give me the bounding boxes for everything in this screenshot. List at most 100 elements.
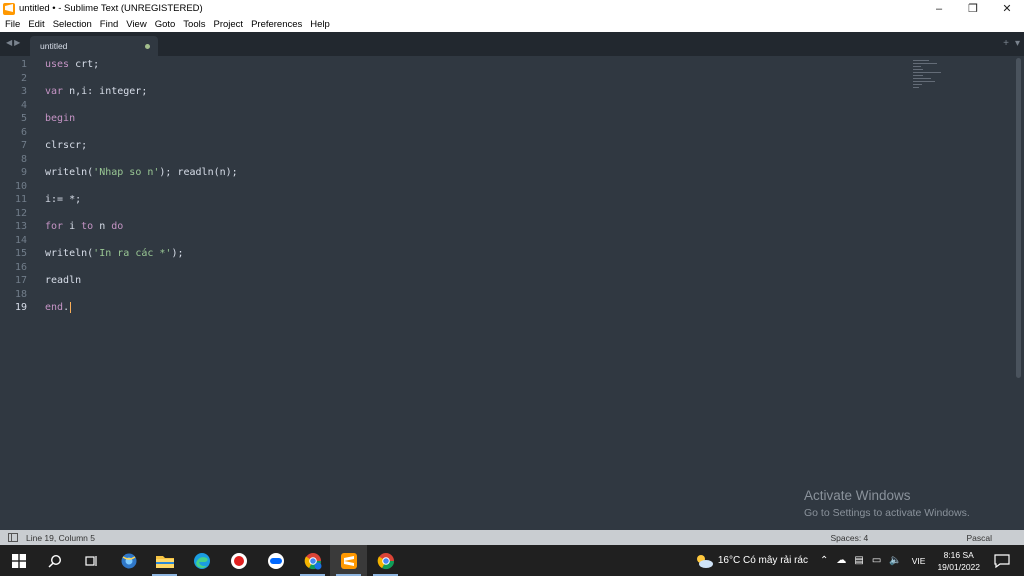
code-line[interactable] xyxy=(45,72,905,86)
code-view[interactable]: uses crt; var n,i: integer; begin clrscr; wr… xyxy=(45,58,905,315)
watermark-subtitle: Go to Settings to activate Windows. xyxy=(804,507,970,519)
panel-toggle-icon[interactable] xyxy=(8,533,18,542)
line-number: 16 xyxy=(14,261,27,273)
line-number: 9 xyxy=(20,167,27,178)
line-number: 19 xyxy=(14,302,27,313)
system-tray: 16°C Có mây rải rác ⌃ ☁ ▤ ▭ 🔈 VIE 8:16 S… xyxy=(694,545,1024,576)
code-line[interactable] xyxy=(45,261,905,275)
weather-cloud-sun-icon[interactable] xyxy=(694,553,714,569)
indentation-setting[interactable]: Spaces: 4 xyxy=(830,533,890,543)
line-number: 15 xyxy=(14,248,27,259)
menu-goto[interactable]: Goto xyxy=(155,19,176,30)
line-number: 8 xyxy=(20,153,27,165)
code-line[interactable]: end. xyxy=(45,301,905,315)
notes-icon[interactable]: ▤ xyxy=(854,555,863,566)
windows-taskbar: 16°C Có mây rải rác ⌃ ☁ ▤ ▭ 🔈 VIE 8:16 S… xyxy=(0,545,1024,576)
line-number: 1 xyxy=(20,59,27,70)
menu-help[interactable]: Help xyxy=(310,19,330,30)
task-view-icon xyxy=(84,555,97,566)
code-line[interactable]: for i to n do xyxy=(45,220,905,234)
title-bar: untitled • - Sublime Text (UNREGISTERED)… xyxy=(0,0,1024,17)
menu-bar: File Edit Selection Find View Goto Tools… xyxy=(0,17,1024,32)
start-button[interactable] xyxy=(0,545,37,576)
network-icon[interactable]: ▭ xyxy=(872,555,881,566)
syntax-selector[interactable]: Pascal xyxy=(966,533,992,543)
line-number: 11 xyxy=(14,194,27,205)
clock[interactable]: 8:16 SA 19/01/2022 xyxy=(937,549,980,573)
weather-text[interactable]: 16°C Có mây rải rác xyxy=(718,555,808,566)
line-number: 3 xyxy=(20,86,27,97)
code-line[interactable]: var n,i: integer; xyxy=(45,85,905,99)
tab-list-icon[interactable]: ▾ xyxy=(1015,38,1020,49)
watermark-title: Activate Windows xyxy=(804,488,911,503)
line-number: 7 xyxy=(20,140,27,151)
record-icon xyxy=(230,552,247,569)
code-line[interactable] xyxy=(45,207,905,221)
input-language[interactable]: VIE xyxy=(912,556,926,566)
code-line[interactable] xyxy=(45,126,905,140)
code-line[interactable] xyxy=(45,153,905,167)
line-number: 10 xyxy=(14,180,27,192)
line-number-gutter: 1 2 3 4 5 6 7 8 9 10 11 12 13 14 15 16 17 18 19 xyxy=(0,58,30,315)
menu-view[interactable]: View xyxy=(126,19,146,30)
unsaved-dot-icon[interactable] xyxy=(145,44,150,49)
tab-back-icon[interactable]: ◀ xyxy=(6,38,12,47)
menu-tools[interactable]: Tools xyxy=(183,19,205,30)
code-line[interactable] xyxy=(45,99,905,113)
minimap[interactable] xyxy=(913,60,943,100)
new-tab-icon[interactable]: + xyxy=(1003,38,1009,49)
code-line[interactable]: uses crt; xyxy=(45,58,905,72)
taskbar-chrome[interactable] xyxy=(367,545,404,576)
text-caret xyxy=(70,301,72,313)
menu-project[interactable]: Project xyxy=(213,19,243,30)
code-line[interactable] xyxy=(45,288,905,302)
chrome-icon xyxy=(304,552,321,569)
line-number: 4 xyxy=(20,99,27,111)
chevron-up-icon[interactable]: ⌃ xyxy=(820,555,828,566)
taskbar-chrome-profile[interactable] xyxy=(294,545,331,576)
taskbar-edge[interactable] xyxy=(183,545,220,576)
code-line[interactable]: i:= *; xyxy=(45,193,905,207)
close-button[interactable]: ✕ xyxy=(990,0,1024,17)
chrome-icon xyxy=(377,552,394,569)
taskbar-photos-app[interactable] xyxy=(110,545,147,576)
code-line[interactable]: writeln('In ra các *'); xyxy=(45,247,905,261)
clock-time: 8:16 SA xyxy=(943,549,974,560)
cursor-position: Line 19, Column 5 xyxy=(26,532,95,543)
tab-forward-icon[interactable]: ▶ xyxy=(14,38,20,47)
line-number: 13 xyxy=(14,221,27,232)
code-line[interactable]: clrscr; xyxy=(45,139,905,153)
status-bar: Line 19, Column 5 Spaces: 4 Pascal xyxy=(0,530,1024,545)
menu-file[interactable]: File xyxy=(5,19,20,30)
minimize-button[interactable]: – xyxy=(922,0,956,17)
globe-icon xyxy=(121,553,136,568)
code-line[interactable]: begin xyxy=(45,112,905,126)
notification-icon[interactable] xyxy=(994,553,1010,568)
line-number: 2 xyxy=(20,72,27,84)
tab-label: untitled xyxy=(40,41,68,51)
editor-area[interactable]: 1 2 3 4 5 6 7 8 9 10 11 12 13 14 15 16 17 18 19 uses crt; v… xyxy=(0,56,1024,530)
tab-untitled[interactable]: untitled xyxy=(30,36,158,56)
vertical-scrollbar[interactable] xyxy=(1016,58,1021,378)
menu-find[interactable]: Find xyxy=(100,19,118,30)
windows-logo-icon xyxy=(11,553,26,568)
code-line[interactable] xyxy=(45,180,905,194)
cloud-sync-icon[interactable]: ☁ xyxy=(836,555,846,566)
search-button[interactable] xyxy=(36,545,73,576)
code-line[interactable]: readln xyxy=(45,274,905,288)
taskbar-zalo[interactable] xyxy=(257,545,294,576)
line-number: 12 xyxy=(14,207,27,219)
code-line[interactable] xyxy=(45,234,905,248)
menu-selection[interactable]: Selection xyxy=(53,19,92,30)
task-view-button[interactable] xyxy=(72,545,109,576)
menu-preferences[interactable]: Preferences xyxy=(251,19,302,30)
code-line[interactable]: writeln('Nhap so n'); readln(n); xyxy=(45,166,905,180)
search-icon xyxy=(47,554,61,568)
taskbar-sublime-text[interactable] xyxy=(330,545,367,576)
taskbar-recorder[interactable] xyxy=(220,545,257,576)
maximize-button[interactable]: ❐ xyxy=(956,0,990,17)
volume-icon[interactable]: 🔈 xyxy=(889,555,901,566)
taskbar-file-explorer[interactable] xyxy=(146,545,183,576)
menu-edit[interactable]: Edit xyxy=(28,19,44,30)
zalo-icon xyxy=(267,552,284,569)
